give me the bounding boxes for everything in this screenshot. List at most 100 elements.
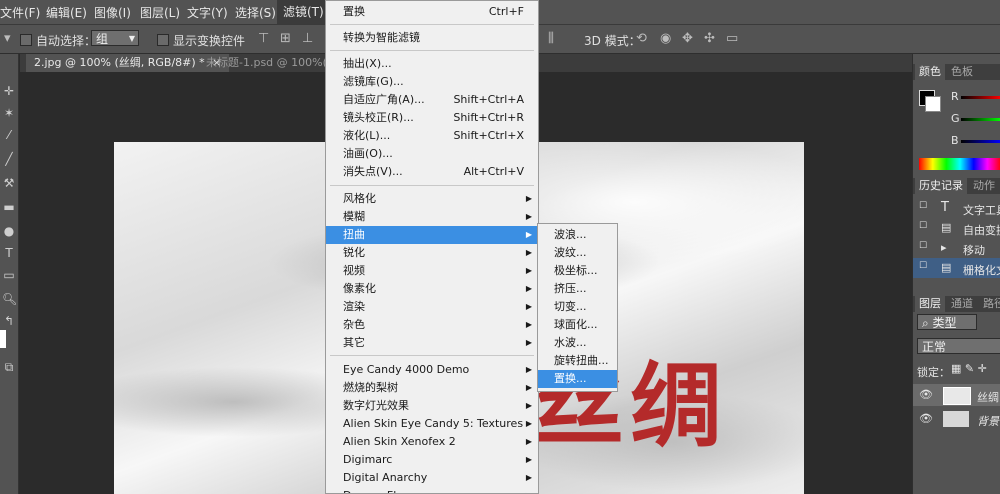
menu-item-shortcut: Shift+Ctrl+X (453, 129, 524, 142)
3d-slide-icon[interactable]: ✣ (704, 31, 715, 46)
channel-b-slider[interactable] (961, 140, 1000, 143)
menu-item-plugin[interactable]: 数字灯光效果 ▶ (326, 397, 538, 415)
3d-scale-icon[interactable]: ▭ (726, 31, 738, 46)
menu-item-filter[interactable]: 液化(L)... Shift+Ctrl+X (326, 127, 538, 145)
color-spectrum-bar[interactable] (919, 158, 1000, 170)
distribute-icon[interactable]: ⫼ (548, 31, 554, 46)
menu-item-filter[interactable]: 消失点(V)... Alt+Ctrl+V (326, 163, 538, 181)
background-color-swatch[interactable] (0, 330, 6, 348)
menu-filter[interactable]: 滤镜(T) (277, 0, 330, 24)
submenu-item[interactable]: 波纹... (538, 244, 617, 262)
brush-icon[interactable]: ╱ (2, 152, 16, 166)
type-tool-icon: T (941, 200, 949, 215)
3d-rotate-icon[interactable]: ⟲ (636, 31, 647, 46)
submenu-item[interactable]: 极坐标... (538, 262, 617, 280)
channel-g-slider[interactable] (961, 118, 1000, 121)
menu-type[interactable]: 文字(Y) (187, 4, 228, 21)
submenu-item[interactable]: 旋转扭曲... (538, 352, 617, 370)
clone-stamp-icon[interactable]: ⚒ (2, 176, 16, 190)
history-row[interactable]: ☐ ▸ 移动 (913, 238, 1000, 258)
dodge-icon[interactable]: ● (2, 224, 16, 238)
menu-item-filter-group[interactable]: 杂色 ▶ (326, 316, 538, 334)
tab-paths[interactable]: 路径 (979, 296, 1000, 312)
submenu-item[interactable]: 水波... (538, 334, 617, 352)
type-tool-icon[interactable]: T (2, 246, 16, 260)
menu-item-filter[interactable]: 滤镜库(G)... (326, 73, 538, 91)
submenu-item[interactable]: 置换... (538, 370, 617, 388)
menu-item-label: 水波... (554, 336, 587, 349)
menu-item-filter-group[interactable]: 风格化 ▶ (326, 190, 538, 208)
menu-edit[interactable]: 编辑(E) (46, 4, 87, 21)
submenu-item[interactable]: 挤压... (538, 280, 617, 298)
layer-row[interactable]: 👁︎ 背景 (913, 408, 1000, 430)
history-row[interactable]: ☐ T 文字工具 (913, 198, 1000, 218)
tab-color[interactable]: 颜色 (915, 64, 945, 80)
lock-pixels-icon[interactable]: ▦ ✎ ✛ (951, 362, 987, 375)
auto-select-dropdown[interactable]: 组 ▼ (91, 30, 139, 46)
show-transform-checkbox[interactable] (157, 34, 169, 46)
layer-kind-filter[interactable]: ⌕ 类型 (917, 314, 977, 330)
menu-layer[interactable]: 图层(L) (140, 4, 180, 21)
menu-item-last-filter[interactable]: 置换 Ctrl+F (326, 3, 538, 21)
menu-item-smart-filter[interactable]: 转换为智能滤镜 (326, 29, 538, 47)
menu-item-filter[interactable]: 油画(O)... (326, 145, 538, 163)
submenu-item[interactable]: 切变... (538, 298, 617, 316)
tab-channels[interactable]: 通道 (947, 296, 977, 312)
submenu-item[interactable]: 波浪... (538, 226, 617, 244)
menu-item-filter-group[interactable]: 像素化 ▶ (326, 280, 538, 298)
menu-item-filter[interactable]: 自适应广角(A)... Shift+Ctrl+A (326, 91, 538, 109)
auto-select-value: 组 (96, 32, 109, 46)
auto-select-checkbox[interactable] (20, 34, 32, 46)
align-middle-icon[interactable]: ⊞ (280, 31, 291, 46)
screen-mode-icon[interactable]: ⧉ (2, 360, 16, 374)
history-row-selected[interactable]: ☐ ▤ 栅格化文字 (913, 258, 1000, 278)
menu-item-filter-group[interactable]: 其它 ▶ (326, 334, 538, 352)
background-color-swatch-panel[interactable] (925, 96, 941, 112)
channel-r-slider[interactable] (961, 96, 1000, 99)
menu-item-label: 液化(L)... (343, 129, 391, 142)
menu-item-label: 切变... (554, 300, 587, 313)
submenu-arrow-icon: ▶ (525, 194, 532, 203)
eye-icon[interactable]: 👁︎ (919, 388, 933, 401)
menu-item-plugin[interactable]: Digital Anarchy ▶ (326, 469, 538, 487)
menu-item-plugin[interactable]: Digimarc ▶ (326, 451, 538, 469)
zoom-icon[interactable]: 🔍︎ (2, 292, 17, 306)
eye-icon[interactable]: 👁︎ (919, 412, 933, 425)
layer-row-selected[interactable]: 👁︎ 丝绸 (913, 384, 1000, 406)
menu-item-filter-group[interactable]: 渲染 ▶ (326, 298, 538, 316)
menu-item-filter[interactable]: 抽出(X)... (326, 55, 538, 73)
menu-item-filter-group[interactable]: 锐化 ▶ (326, 244, 538, 262)
3d-roll-icon[interactable]: ◉ (660, 31, 671, 46)
tab-history[interactable]: 历史记录 (915, 178, 967, 194)
submenu-arrow-icon: ▶ (525, 401, 532, 410)
3d-pan-icon[interactable]: ✥ (682, 31, 693, 46)
history-row[interactable]: ☐ ▤ 自由变换 (913, 218, 1000, 238)
submenu-item[interactable]: 球面化... (538, 316, 617, 334)
menu-item-plugin[interactable]: Alien Skin Xenofex 2 ▶ (326, 433, 538, 451)
align-top-icon[interactable]: ⊤ (258, 31, 269, 46)
swap-colors-icon[interactable]: ↰ (2, 314, 16, 328)
tab-swatches[interactable]: 色板 (947, 64, 977, 80)
menu-select[interactable]: 选择(S) (235, 4, 276, 21)
menu-image[interactable]: 图像(I) (94, 4, 131, 21)
tab-actions[interactable]: 动作 (969, 178, 999, 194)
gradient-icon[interactable]: ▬ (2, 200, 16, 214)
menu-file[interactable]: 文件(F) (0, 4, 40, 21)
menu-item-label: Digital Anarchy (343, 471, 428, 484)
menu-item-filter-group[interactable]: 视频 ▶ (326, 262, 538, 280)
shape-tool-icon[interactable]: ▭ (2, 268, 16, 282)
move-tool-icon[interactable]: ✛ (2, 84, 16, 98)
blend-mode-dropdown[interactable]: 正常 (917, 338, 1000, 354)
menu-item-filter-group[interactable]: 扭曲 ▶ (326, 226, 538, 244)
eyedropper-icon[interactable]: ⁄ (2, 128, 16, 142)
magic-wand-icon[interactable]: ✶ (2, 106, 16, 120)
menu-item-filter[interactable]: 镜头校正(R)... Shift+Ctrl+R (326, 109, 538, 127)
menu-item-plugin[interactable]: Alien Skin Eye Candy 5: Textures ▶ (326, 415, 538, 433)
menu-item-plugin[interactable]: Eye Candy 4000 Demo ▶ (326, 361, 538, 379)
menu-item-plugin[interactable]: 燃烧的梨树 ▶ (326, 379, 538, 397)
move-tool-dropdown-icon[interactable]: ▾ (4, 31, 11, 46)
align-bottom-icon[interactable]: ⊥ (302, 31, 313, 46)
tab-layers[interactable]: 图层 (915, 296, 945, 312)
menu-item-plugin[interactable]: Dragon Fly ▶ (326, 487, 538, 493)
menu-item-filter-group[interactable]: 模糊 ▶ (326, 208, 538, 226)
